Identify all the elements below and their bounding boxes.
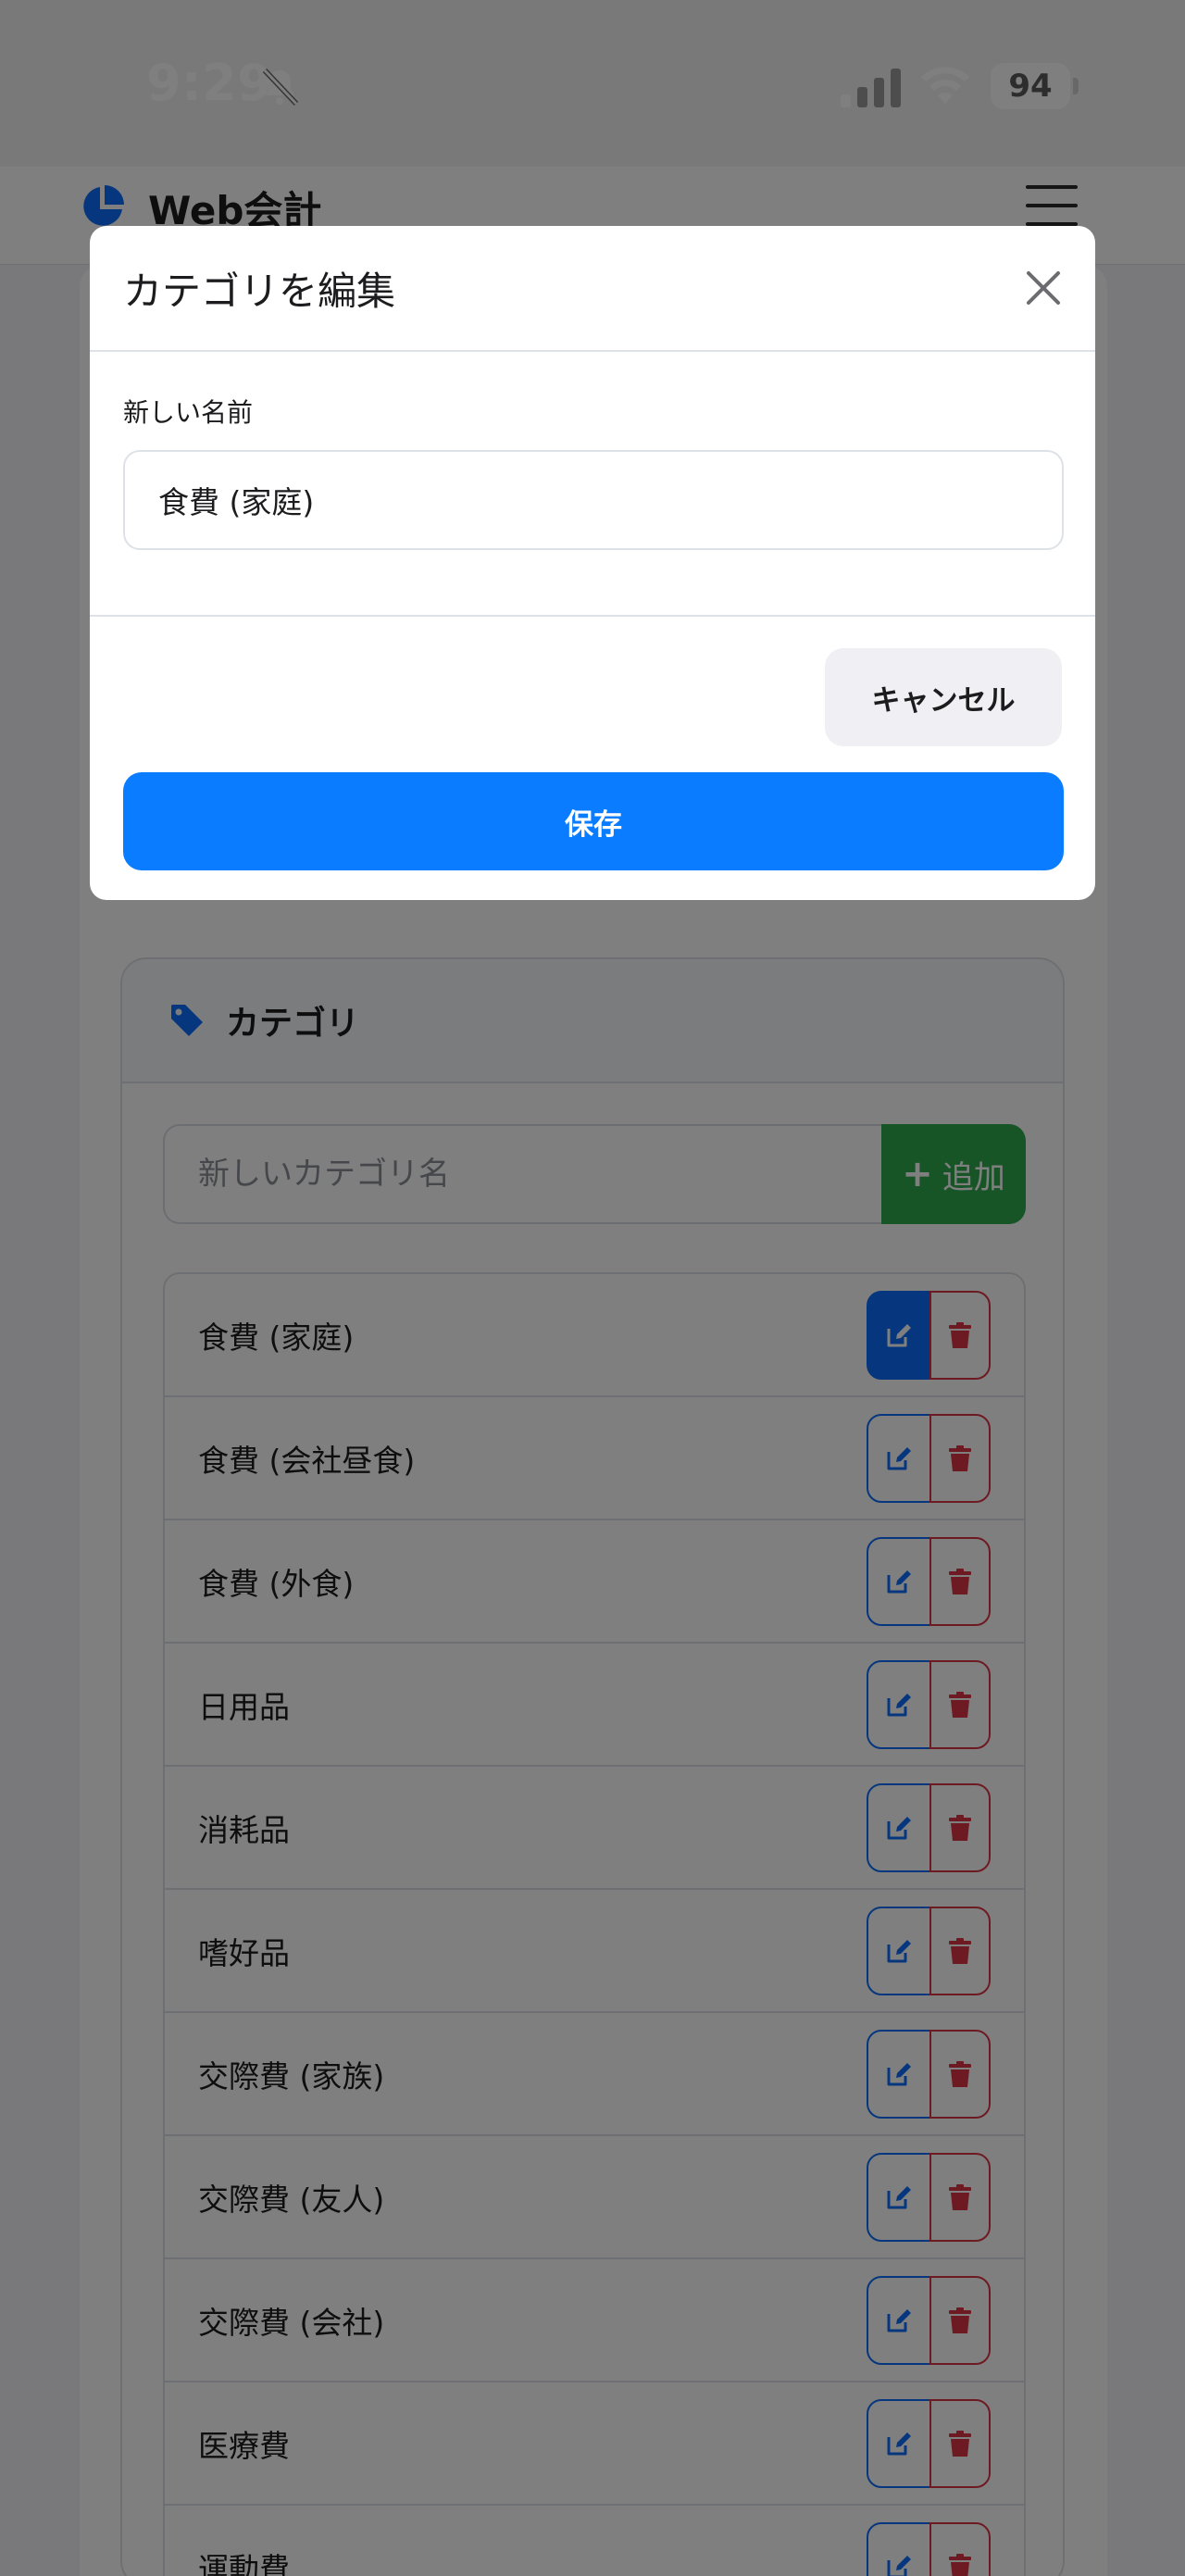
cancel-button[interactable]: キャンセル xyxy=(825,648,1062,746)
save-button[interactable]: 保存 xyxy=(123,772,1064,870)
modal-title: カテゴリを編集 xyxy=(123,268,396,314)
edit-category-modal: カテゴリを編集 新しい名前 キャンセル 保存 xyxy=(90,226,1095,900)
new-name-input[interactable] xyxy=(123,450,1064,550)
close-icon xyxy=(1027,271,1060,305)
new-name-label: 新しい名前 xyxy=(123,397,254,428)
page: 9:29 94 Web会計 xyxy=(0,0,1185,2576)
modal-header: カテゴリを編集 xyxy=(90,226,1095,352)
modal-body: 新しい名前 xyxy=(90,352,1095,617)
close-button[interactable] xyxy=(1019,264,1067,312)
modal-footer: キャンセル 保存 xyxy=(90,617,1095,900)
